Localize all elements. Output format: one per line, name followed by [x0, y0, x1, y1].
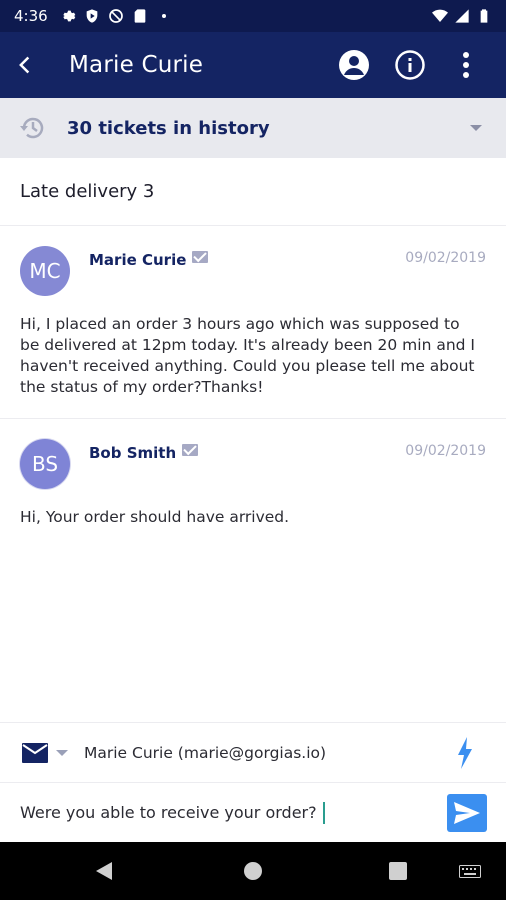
ticket-subject: Late delivery 3 [0, 158, 506, 226]
nav-home-icon[interactable] [244, 862, 262, 880]
back-arrow-icon [19, 56, 30, 74]
message-sender: Bob Smith [89, 444, 177, 462]
email-icon [22, 742, 48, 763]
system-nav-bar [0, 842, 506, 900]
ticket-history-bar[interactable]: 30 tickets in history [0, 98, 506, 158]
send-icon [454, 802, 480, 824]
signal-icon [455, 9, 469, 23]
app-bar: Marie Curie [0, 32, 506, 98]
info-icon [395, 50, 425, 80]
composer-recipient-row: Marie Curie (marie@gorgias.io) [0, 722, 506, 782]
customer-profile-button[interactable] [326, 32, 382, 98]
message-item: BS Bob Smith 09/02/2019 Hi, Your order s… [0, 419, 506, 549]
message-body: Hi, I placed an order 3 hours ago which … [20, 315, 475, 396]
avatar: MC [20, 246, 70, 296]
page-title: Marie Curie [69, 52, 204, 78]
lightning-icon [458, 736, 472, 769]
status-icons-right [432, 8, 492, 24]
reply-input[interactable] [20, 803, 420, 822]
nav-recents-icon[interactable] [389, 862, 407, 880]
dot-icon [161, 14, 166, 18]
email-channel-icon [192, 251, 208, 263]
message-date: 09/02/2019 [405, 250, 486, 266]
more-vert-icon [463, 52, 469, 78]
no-sync-icon [108, 9, 123, 23]
message-item: MC Marie Curie 09/02/2019 Hi, I placed a… [0, 226, 506, 419]
message-body: Hi, Your order should have arrived. [20, 508, 290, 526]
profile-icon [339, 50, 369, 80]
play-protect-icon [86, 9, 98, 23]
recipient-field[interactable]: Marie Curie (marie@gorgias.io) [84, 744, 326, 762]
status-icons-left [60, 8, 172, 24]
email-channel-icon [182, 444, 198, 456]
channel-selector[interactable] [22, 742, 68, 763]
battery-icon [480, 9, 488, 23]
chevron-down-icon [56, 749, 68, 756]
message-date: 09/02/2019 [405, 443, 486, 459]
history-icon [20, 117, 44, 139]
chevron-down-icon [470, 125, 482, 131]
composer-reply-row [0, 782, 506, 842]
more-options-button[interactable] [438, 32, 494, 98]
macro-button[interactable] [450, 735, 480, 771]
history-label: 30 tickets in history [67, 117, 270, 139]
message-sender: Marie Curie [89, 251, 187, 269]
back-button[interactable] [0, 32, 50, 98]
status-bar: 4:36 [0, 0, 506, 32]
send-button[interactable] [447, 794, 487, 832]
sd-card-icon [134, 9, 146, 23]
status-time: 4:36 [14, 7, 48, 25]
settings-icon [63, 10, 76, 22]
text-cursor [323, 802, 325, 824]
avatar: BS [20, 439, 70, 489]
nav-back-icon[interactable] [96, 862, 112, 880]
keyboard-icon[interactable] [459, 865, 481, 878]
app-bar-actions [326, 32, 494, 98]
wifi-icon [432, 9, 448, 22]
info-button[interactable] [382, 32, 438, 98]
